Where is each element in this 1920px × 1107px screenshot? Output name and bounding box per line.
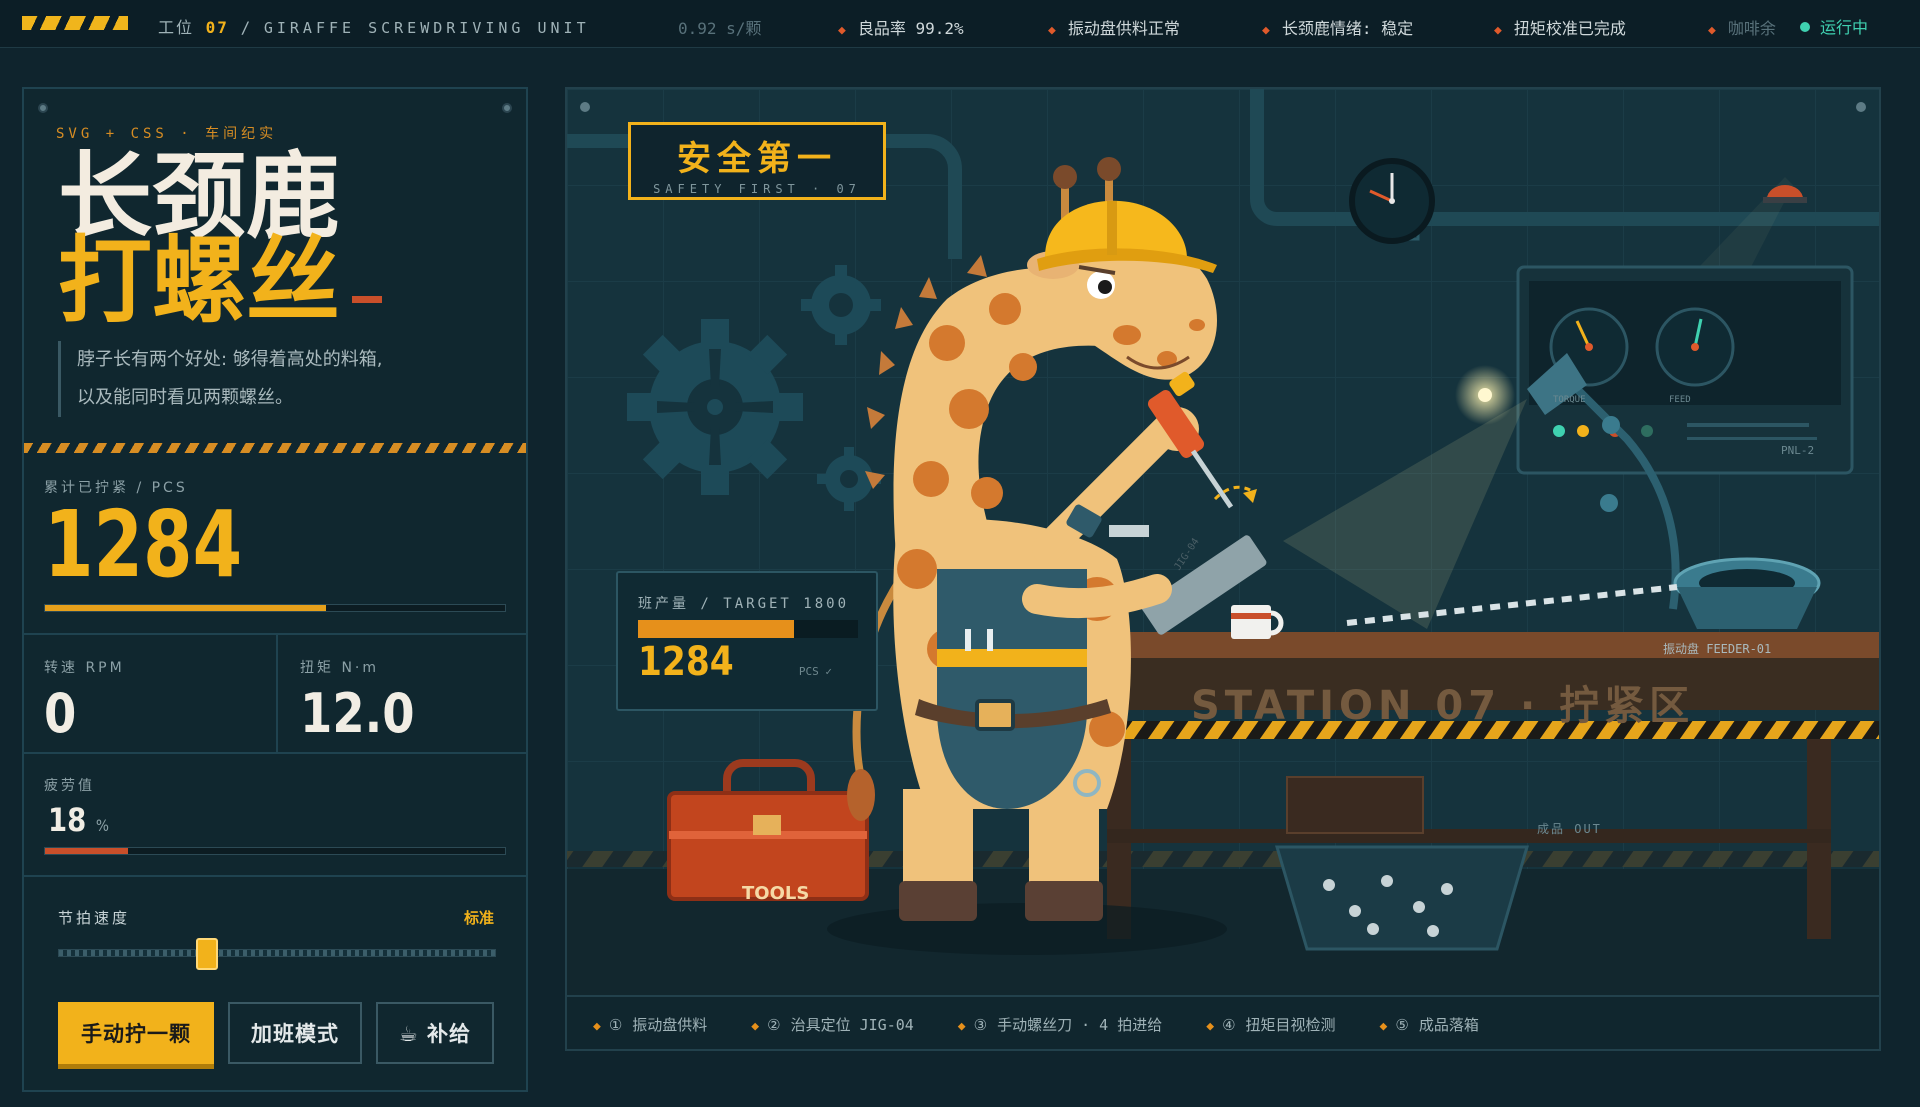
diamond-icon: ◆ bbox=[838, 23, 846, 38]
unit-name: GIRAFFE SCREWDRIVING UNIT bbox=[263, 19, 590, 37]
overtime-mode-button[interactable]: 加班模式 bbox=[228, 1002, 362, 1064]
hazard-divider bbox=[24, 443, 526, 453]
title-line-2: 打螺丝 bbox=[58, 227, 341, 336]
safety-sign-subtitle: SAFETY FIRST · 07 bbox=[653, 182, 861, 196]
ticker-item: ◆ 扭矩校准已完成 bbox=[1494, 19, 1626, 38]
tempo-label: 节拍速度 bbox=[58, 909, 131, 927]
diamond-icon: ◆ bbox=[1048, 23, 1056, 38]
rpm-label: 转速 RPM bbox=[44, 660, 125, 676]
fatigue-progress-fill bbox=[45, 848, 128, 854]
diamond-icon: ◆ bbox=[593, 1018, 601, 1034]
screw-icon bbox=[502, 103, 512, 113]
screw-icon bbox=[38, 103, 48, 113]
ticker-item: ◆ 振动盘供料正常 bbox=[1048, 19, 1180, 38]
process-step: ◆ ③ 手动螺丝刀 · 4 拍进给 bbox=[957, 1015, 1163, 1034]
panel-kicker: SVG + CSS · 车间纪实 bbox=[56, 126, 278, 142]
top-status-bar: 工位 07 / GIRAFFE SCREWDRIVING UNIT 0.92 s… bbox=[0, 0, 1920, 48]
panel-id-label: PNL-2 bbox=[1781, 444, 1815, 457]
torque-value: 12.0 bbox=[300, 682, 415, 745]
tempo-slider-track[interactable] bbox=[58, 949, 496, 957]
safety-sign-title: 安全第一 bbox=[677, 139, 837, 179]
target-label: 班产量 / TARGET 1800 bbox=[638, 596, 850, 612]
cursor-mark bbox=[352, 296, 382, 303]
toolbox-label: TOOLS bbox=[742, 883, 810, 904]
count-progress-fill bbox=[45, 605, 326, 611]
fatigue-value: 18 % bbox=[48, 801, 109, 839]
safety-sign: 安全第一 SAFETY FIRST · 07 bbox=[628, 122, 886, 200]
process-steps-bar: ◆ ① 振动盘供料 ◆ ② 治具定位 JIG-04 ◆ ③ 手动螺丝刀 · 4 拍进给 ◆ ④… bbox=[567, 995, 1879, 1049]
process-step: ◆ ⑤ 成品落箱 bbox=[1379, 1015, 1479, 1034]
diamond-icon: ◆ bbox=[1379, 1018, 1388, 1034]
output-bin-label: 成品 OUT bbox=[1537, 822, 1602, 836]
panel-description: 脖子长有两个好处: 够得着高处的料箱, 以及能同时看见两颗螺丝。 bbox=[58, 341, 478, 417]
station-separator: / bbox=[240, 18, 253, 37]
desc-line: 以及能同时看见两颗螺丝。 bbox=[77, 387, 293, 408]
rpm-value: 0 bbox=[44, 682, 77, 745]
diamond-icon: ◆ bbox=[957, 1018, 966, 1034]
diamond-icon: ◆ bbox=[1494, 23, 1502, 38]
fatigue-label: 疲劳值 bbox=[44, 778, 95, 794]
process-step: ◆ ① 振动盘供料 bbox=[593, 1015, 708, 1034]
target-progress-bar bbox=[638, 620, 858, 638]
refill-button[interactable]: ☕ 补给 bbox=[376, 1002, 494, 1064]
ticker-item: 0.92 s/颗 bbox=[678, 19, 762, 38]
count-value: 1284 bbox=[44, 491, 243, 598]
running-status: 运行中 bbox=[1799, 14, 1868, 38]
status-dot-icon bbox=[1799, 22, 1810, 32]
station-label: STATION 07 · 拧紧区 bbox=[1191, 683, 1695, 729]
desc-line: 脖子长有两个好处: 够得着高处的料箱, bbox=[77, 349, 383, 370]
target-unit: PCS ✓ bbox=[798, 665, 832, 678]
station-title: 工位 07 / GIRAFFE SCREWDRIVING UNIT bbox=[158, 14, 590, 38]
tempo-value: 标准 bbox=[463, 909, 494, 927]
count-progress-bar bbox=[44, 604, 506, 612]
feed-gauge-label: FEED bbox=[1669, 395, 1691, 405]
fatigue-progress-bar bbox=[44, 847, 506, 855]
hazard-stripe-logo bbox=[22, 16, 128, 30]
manual-screw-button[interactable]: 手动拧一颗 bbox=[58, 1002, 214, 1064]
station-number: 07 bbox=[205, 18, 229, 37]
target-progress-fill bbox=[638, 620, 795, 638]
process-step: ◆ ② 治具定位 JIG-04 bbox=[751, 1015, 914, 1034]
ticker-item: ◆ 长颈鹿情绪: 稳定 bbox=[1262, 19, 1414, 38]
torque-label: 扭矩 N·m bbox=[300, 660, 380, 676]
shift-target-board: 班产量 / TARGET 1800 1284 PCS ✓ bbox=[616, 571, 878, 711]
feeder-label: 振动盘 FEEDER-01 bbox=[1663, 642, 1772, 656]
target-value: 1284 bbox=[638, 639, 734, 685]
tempo-slider-handle[interactable] bbox=[195, 938, 218, 970]
diamond-icon: ◆ bbox=[1708, 23, 1716, 38]
torque-gauge-label: TORQUE bbox=[1553, 395, 1586, 405]
diamond-icon: ◆ bbox=[751, 1018, 760, 1034]
workshop-scene: 安全第一 SAFETY FIRST · 07 班产量 / TARGET 1800… bbox=[565, 87, 1881, 1051]
scene-illustration bbox=[567, 89, 1879, 1049]
diamond-icon: ◆ bbox=[1262, 23, 1270, 38]
station-prefix: 工位 bbox=[158, 18, 195, 37]
ticker-item: ◆ 咖啡余 bbox=[1708, 19, 1776, 38]
ticker-item: ◆ 良品率 99.2% bbox=[838, 19, 964, 38]
control-panel: SVG + CSS · 车间纪实 长颈鹿 打螺丝 脖子长有两个好处: 够得着高处… bbox=[22, 87, 528, 1092]
diamond-icon: ◆ bbox=[1206, 1018, 1215, 1034]
process-step: ◆ ④ 扭矩目视检测 bbox=[1206, 1015, 1336, 1034]
